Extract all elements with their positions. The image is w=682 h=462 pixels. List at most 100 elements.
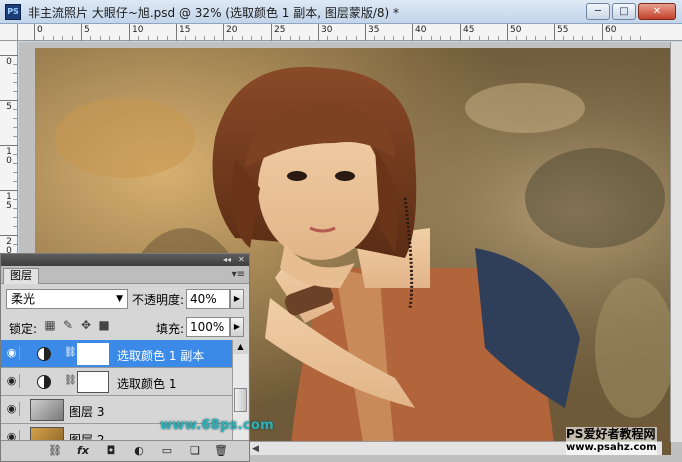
ruler-minor-tick — [299, 36, 300, 41]
mask-icon[interactable]: ◘ — [103, 444, 119, 458]
ruler-minor-tick — [13, 91, 18, 92]
ruler-minor-tick — [384, 36, 385, 41]
ruler-minor-tick — [374, 36, 375, 41]
ruler-minor-tick — [611, 36, 612, 41]
ruler-minor-tick — [393, 36, 394, 41]
ruler-label: 0 — [37, 25, 43, 35]
ruler-minor-tick — [535, 36, 536, 41]
scroll-thumb[interactable] — [234, 388, 247, 412]
lock-all-icon[interactable]: ■ — [97, 318, 111, 332]
link-icon[interactable]: ⛓ — [47, 444, 63, 458]
blend-mode-select[interactable]: 柔光 ▼ — [6, 289, 128, 309]
photoshop-app-icon: PS — [5, 4, 21, 20]
ruler-label: 60 — [605, 25, 617, 35]
ruler-major-tick — [34, 24, 35, 41]
layer-row[interactable]: ◉ ⛓ 选取颜色 1 副本 — [1, 340, 232, 368]
ruler-minor-tick — [337, 36, 338, 41]
ruler-minor-tick — [13, 73, 18, 74]
ruler-minor-tick — [403, 36, 404, 41]
watermark-ps-url: www.psahz.com — [566, 442, 657, 453]
visibility-eye-icon[interactable]: ◉ — [4, 346, 20, 360]
layer-thumbnail[interactable] — [30, 427, 64, 440]
ruler-label: 55 — [557, 25, 569, 35]
ruler-major-tick — [318, 24, 319, 41]
ruler-minor-tick — [469, 36, 470, 41]
scroll-up-arrow[interactable]: ▲ — [233, 340, 248, 354]
ruler-label: 35 — [368, 25, 380, 35]
ruler-major-tick — [81, 24, 82, 41]
adjustment-icon[interactable]: ◐ — [131, 444, 147, 458]
mask-link-icon[interactable]: ⛓ — [64, 347, 77, 358]
layer-thumbnail[interactable] — [30, 399, 64, 421]
minimize-button[interactable]: ─ — [586, 3, 610, 20]
close-panel-button[interactable]: ✕ — [238, 254, 245, 266]
collapse-panel-button[interactable]: ◂◂ — [223, 254, 231, 266]
opacity-input[interactable]: 40% — [186, 289, 230, 309]
tab-layers[interactable]: 图层 — [3, 268, 39, 284]
fx-icon[interactable]: fx — [75, 444, 91, 458]
ruler-minor-tick — [440, 36, 441, 41]
ruler-minor-tick — [630, 36, 631, 41]
ruler-label: 1 0 — [6, 147, 12, 166]
lock-transparency-icon[interactable]: ▦ — [43, 318, 57, 332]
visibility-eye-icon[interactable]: ◉ — [4, 374, 20, 388]
new-layer-icon[interactable]: ❏ — [187, 444, 203, 458]
opacity-label: 不透明度: — [132, 293, 185, 307]
ruler-minor-tick — [280, 36, 281, 41]
ruler-minor-tick — [356, 36, 357, 41]
layer-name: 选取颜色 1 副本 — [117, 349, 205, 363]
ruler-minor-tick — [13, 181, 18, 182]
watermark-site: www.68ps.com — [160, 418, 274, 433]
ruler-minor-tick — [290, 36, 291, 41]
visibility-eye-icon[interactable]: ◉ — [4, 402, 20, 416]
fill-slider-toggle[interactable]: ▶ — [230, 317, 244, 337]
ruler-major-tick — [0, 55, 18, 56]
ruler-minor-tick — [592, 36, 593, 41]
ruler-minor-tick — [431, 36, 432, 41]
layer-row[interactable]: ◉ ⛓ 选取颜色 1 — [1, 368, 232, 396]
chevron-down-icon: ▼ — [116, 294, 123, 304]
close-button[interactable]: ✕ — [638, 3, 676, 20]
horizontal-ruler[interactable]: 0 5 10 15 20 25 30 35 40 45 50 55 60 — [18, 24, 682, 41]
ruler-label: 40 — [415, 25, 427, 35]
panel-menu-icon[interactable]: ▾≡ — [232, 269, 245, 280]
fill-label: 填充: — [156, 322, 185, 336]
ruler-minor-tick — [327, 36, 328, 41]
ruler-minor-tick — [516, 36, 517, 41]
ruler-major-tick — [129, 24, 130, 41]
ruler-label: 1 5 — [6, 192, 12, 211]
ruler-major-tick — [223, 24, 224, 41]
vertical-scrollbar[interactable] — [670, 42, 682, 442]
ruler-minor-tick — [195, 36, 196, 41]
opacity-slider-toggle[interactable]: ▶ — [230, 289, 244, 309]
fill-input[interactable]: 100% — [186, 317, 230, 337]
ruler-major-tick — [271, 24, 272, 41]
ruler-minor-tick — [545, 36, 546, 41]
ruler-minor-tick — [421, 36, 422, 41]
ruler-major-tick — [0, 100, 18, 101]
lock-pixels-icon[interactable]: ✎ — [61, 318, 75, 332]
layer-mask-thumbnail[interactable] — [77, 371, 109, 393]
ruler-minor-tick — [214, 36, 215, 41]
lock-position-icon[interactable]: ✥ — [79, 318, 93, 332]
ruler-origin[interactable] — [0, 24, 18, 41]
title-bar: PS 非主流照片 大眼仔~旭.psd @ 32% (选取颜色 1 副本, 图层蒙… — [0, 0, 682, 24]
visibility-eye-icon[interactable]: ◉ — [4, 430, 20, 440]
ruler-label: 10 — [132, 25, 144, 35]
ruler-minor-tick — [13, 64, 18, 65]
ruler-minor-tick — [488, 36, 489, 41]
ruler-minor-tick — [640, 36, 641, 41]
mask-link-icon[interactable]: ⛓ — [64, 375, 77, 386]
ruler-minor-tick — [13, 163, 18, 164]
ruler-minor-tick — [526, 36, 527, 41]
ruler-major-tick — [176, 24, 177, 41]
group-icon[interactable]: ▭ — [159, 444, 175, 458]
trash-icon[interactable]: 🗑 — [213, 444, 229, 458]
ruler-minor-tick — [346, 36, 347, 41]
watermark-ps-title: PS爱好者教程网 — [566, 427, 656, 441]
scroll-left-arrow[interactable]: ◀ — [252, 442, 259, 456]
layer-mask-thumbnail[interactable] — [77, 343, 109, 365]
blend-mode-value: 柔光 — [11, 292, 36, 306]
ruler-minor-tick — [13, 208, 18, 209]
maximize-button[interactable]: □ — [612, 3, 636, 20]
